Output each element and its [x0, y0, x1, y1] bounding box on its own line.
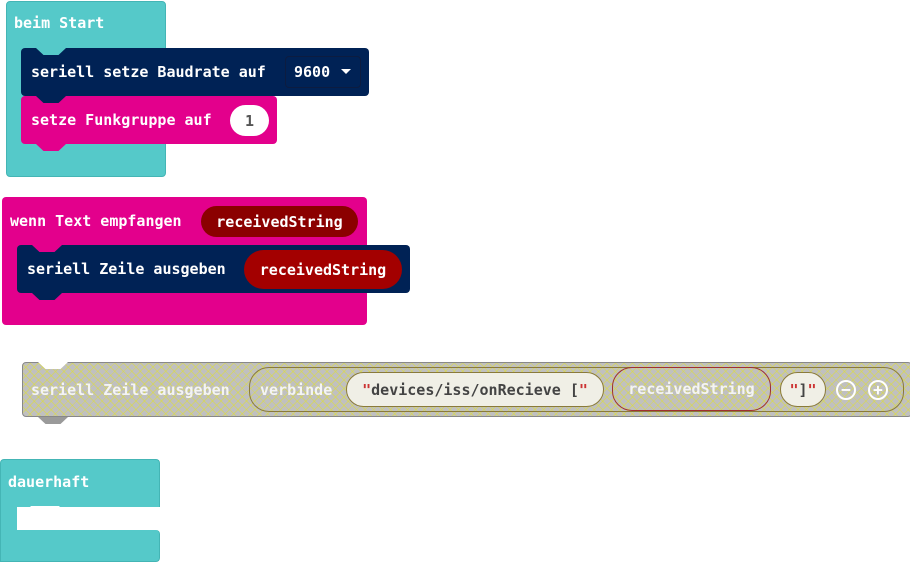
block-notch — [38, 417, 68, 424]
forever-title: dauerhaft — [8, 473, 90, 491]
join-label: verbinde — [260, 381, 333, 399]
on-received-title: wenn Text empfangen — [10, 212, 182, 230]
string-literal-2[interactable]: "] " — [780, 372, 826, 407]
string-literal-1[interactable]: " devices/iss/onRecieve [" — [346, 372, 604, 407]
on-start-title: beim Start — [14, 14, 105, 32]
received-string-param[interactable]: receivedString — [201, 206, 358, 237]
disabled-write-line-label: seriell Zeile ausgeben — [31, 381, 230, 399]
serial-set-baud-label: seriell setze Baudrate auf — [31, 63, 266, 81]
minus-circle-icon[interactable]: − — [836, 380, 856, 400]
received-string-variable-disabled[interactable]: receivedString — [612, 367, 771, 411]
quote-mark: " — [807, 380, 817, 399]
chevron-down-icon — [341, 69, 351, 74]
forever-block-bottom — [0, 530, 160, 562]
received-string-variable[interactable]: receivedString — [244, 250, 402, 289]
quote-mark: " — [578, 380, 588, 399]
baud-value: 9600 — [294, 63, 331, 81]
block-notch — [30, 506, 60, 513]
forever-block-arm — [0, 506, 17, 532]
serial-write-line-label: seriell Zeile ausgeben — [27, 260, 226, 278]
string-literal-1-text: devices/iss/onRecieve [ — [371, 380, 579, 399]
radio-set-group-label: setze Funkgruppe auf — [31, 111, 212, 129]
quote-mark: " — [362, 380, 372, 399]
plus-circle-icon[interactable]: + — [868, 380, 888, 400]
radio-group-input[interactable]: 1 — [230, 105, 269, 136]
quote-mark: " — [789, 380, 799, 399]
string-literal-2-text: ] — [798, 380, 808, 399]
